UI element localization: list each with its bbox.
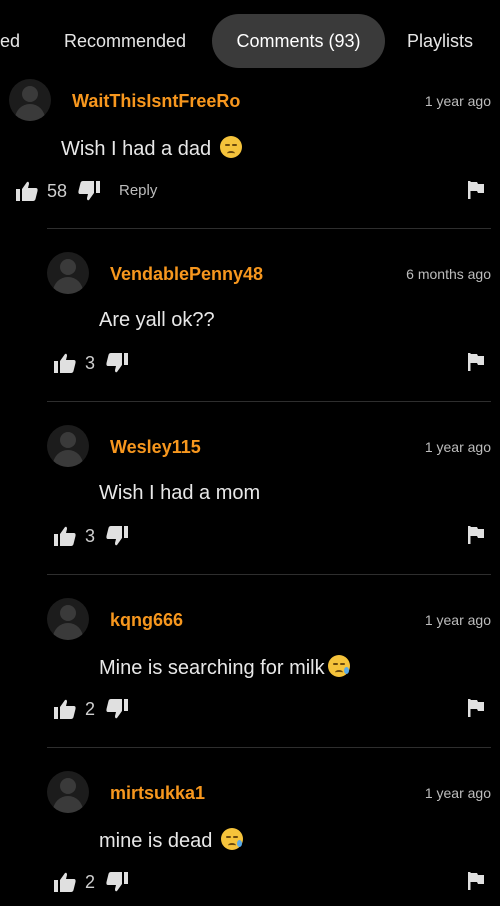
comment-text: Are yall ok?? [99, 309, 215, 331]
comment-time: 1 year ago [424, 439, 491, 455]
tab-comments[interactable]: Comments (93) [212, 14, 385, 68]
comment-text: Mine is searching for milk [99, 655, 350, 680]
comment-actions: 58 Reply [0, 179, 500, 203]
tab-bar: ed Recommended Comments (93) Playlists [0, 0, 500, 78]
sad-relieved-face-emoji [220, 828, 243, 850]
like-count: 3 [85, 526, 96, 546]
comments-page: ed Recommended Comments (93) Playlists W… [0, 0, 500, 906]
thumbs-up-icon[interactable] [54, 353, 76, 373]
comment-actions: 3 [0, 524, 500, 548]
thumbs-up-icon[interactable] [54, 526, 76, 546]
comment-time: 1 year ago [424, 93, 491, 109]
comment-time: 1 year ago [424, 785, 491, 801]
avatar[interactable] [47, 252, 89, 294]
tab-playlists[interactable]: Playlists [407, 14, 473, 68]
tab-recommended[interactable]: Recommended [64, 14, 186, 68]
comment-time: 1 year ago [424, 612, 491, 628]
like-count: 3 [85, 353, 96, 373]
divider [47, 228, 491, 229]
flag-icon[interactable] [468, 353, 484, 371]
like-count: 58 [47, 181, 68, 201]
thumbs-down-icon[interactable] [106, 872, 128, 892]
comment-actions: 2 [0, 870, 500, 894]
comment-time: 6 months ago [406, 266, 491, 282]
comment-text: mine is dead [99, 828, 243, 853]
divider [47, 401, 491, 402]
like-count: 2 [85, 872, 96, 892]
avatar[interactable] [47, 598, 89, 640]
like-count: 2 [85, 699, 96, 719]
comment-actions: 2 [0, 697, 500, 721]
comment-username[interactable]: WaitThisIsntFreeRo [72, 91, 240, 112]
comment-username[interactable]: mirtsukka1 [110, 783, 205, 804]
avatar[interactable] [47, 425, 89, 467]
tab-partial[interactable]: ed [0, 14, 20, 68]
comment-username[interactable]: kqng666 [110, 610, 183, 631]
comment-text: Wish I had a mom [99, 482, 261, 504]
thumbs-down-icon[interactable] [106, 353, 128, 373]
sad-relieved-face-emoji [327, 655, 350, 677]
thumbs-up-icon[interactable] [54, 699, 76, 719]
reply-button[interactable]: Reply [119, 179, 157, 203]
thumbs-down-icon[interactable] [106, 526, 128, 546]
thumbs-down-icon[interactable] [106, 699, 128, 719]
divider [47, 747, 491, 748]
thumbs-down-icon[interactable] [78, 181, 100, 201]
thumbs-up-icon[interactable] [16, 181, 38, 201]
avatar[interactable] [47, 771, 89, 813]
flag-icon[interactable] [468, 526, 484, 544]
comment-username[interactable]: Wesley115 [110, 437, 201, 458]
comment-username[interactable]: VendablePenny48 [110, 264, 263, 285]
flag-icon[interactable] [468, 181, 484, 199]
divider [47, 574, 491, 575]
comment-text: Wish I had a dad [61, 136, 242, 161]
thumbs-up-icon[interactable] [54, 872, 76, 892]
pensive-face-emoji [219, 136, 242, 158]
flag-icon[interactable] [468, 872, 484, 890]
avatar[interactable] [9, 79, 51, 121]
flag-icon[interactable] [468, 699, 484, 717]
comment-actions: 3 [0, 351, 500, 375]
